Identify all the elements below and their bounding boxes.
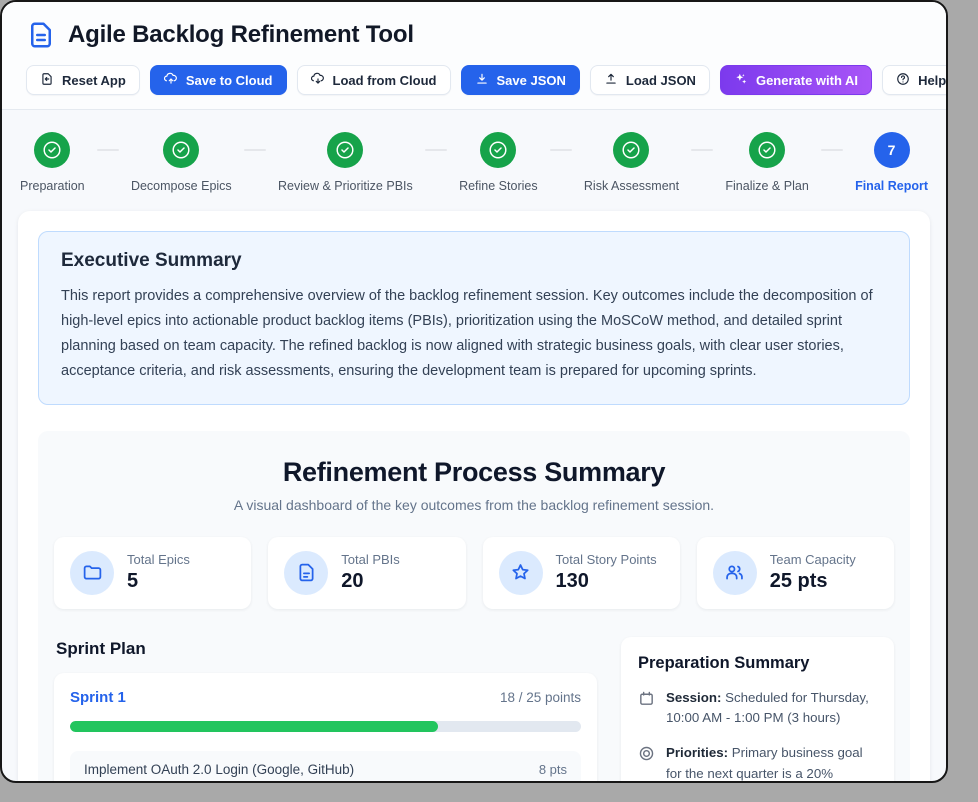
step-connector bbox=[97, 149, 119, 151]
check-circle-icon bbox=[163, 132, 199, 168]
sprint-plan-section: Sprint Plan Sprint 1 18 / 25 points Impl… bbox=[54, 637, 597, 783]
executive-summary-panel: Executive Summary This report provides a… bbox=[38, 231, 910, 405]
load-json-button[interactable]: Load JSON bbox=[590, 65, 710, 95]
cloud-download-icon bbox=[311, 72, 325, 89]
toolbar: Reset App Save to Cloud bbox=[26, 65, 922, 95]
step-connector bbox=[244, 149, 266, 151]
process-summary-subtitle: A visual dashboard of the key outcomes f… bbox=[54, 497, 894, 513]
main-content: Executive Summary This report provides a… bbox=[2, 209, 946, 783]
stat-card-total-pbis: Total PBIs 20 bbox=[268, 537, 465, 609]
executive-summary-title: Executive Summary bbox=[61, 250, 887, 272]
stat-value: 20 bbox=[341, 570, 400, 593]
check-circle-icon bbox=[327, 132, 363, 168]
target-icon bbox=[638, 745, 655, 762]
step-final-report[interactable]: 7 Final Report bbox=[855, 132, 928, 193]
load-from-cloud-button[interactable]: Load from Cloud bbox=[297, 65, 451, 95]
app-logo-document-icon bbox=[26, 20, 56, 50]
step-connector bbox=[821, 149, 843, 151]
step-number-badge: 7 bbox=[874, 132, 910, 168]
header: Agile Backlog Refinement Tool Reset App bbox=[2, 2, 946, 110]
upload-icon bbox=[604, 72, 618, 89]
team-icon bbox=[713, 551, 757, 595]
step-connector bbox=[425, 149, 447, 151]
sprint-card: Sprint 1 18 / 25 points Implement OAuth … bbox=[54, 673, 597, 783]
sparkles-icon bbox=[734, 72, 748, 89]
cloud-upload-icon bbox=[164, 72, 178, 89]
stat-value: 5 bbox=[127, 570, 190, 593]
process-summary-title: Refinement Process Summary bbox=[54, 457, 894, 488]
sprint-plan-title: Sprint Plan bbox=[56, 639, 597, 659]
sprint-progress-bar bbox=[70, 721, 581, 732]
stat-value: 25 pts bbox=[770, 570, 856, 593]
check-circle-icon bbox=[34, 132, 70, 168]
prep-item-session: Session: Scheduled for Thursday, 10:00 A… bbox=[638, 688, 877, 729]
final-report-card: Executive Summary This report provides a… bbox=[18, 211, 930, 783]
stat-card-total-story-points: Total Story Points 130 bbox=[483, 537, 680, 609]
stats-row: Total Epics 5 Total PBIs 20 bbox=[54, 537, 894, 609]
step-connector bbox=[691, 149, 713, 151]
sprint-points-label: 18 / 25 points bbox=[500, 690, 581, 705]
folder-icon bbox=[70, 551, 114, 595]
progress-stepper: Preparation Decompose Epics Review & Pri… bbox=[2, 110, 946, 209]
stat-card-team-capacity: Team Capacity 25 pts bbox=[697, 537, 894, 609]
step-refine-stories[interactable]: Refine Stories bbox=[459, 132, 538, 193]
check-circle-icon bbox=[749, 132, 785, 168]
sprint-item: Implement OAuth 2.0 Login (Google, GitHu… bbox=[70, 751, 581, 783]
preparation-summary-card: Preparation Summary Session: Scheduled f… bbox=[621, 637, 894, 783]
step-connector bbox=[550, 149, 572, 151]
calendar-icon bbox=[638, 690, 655, 707]
executive-summary-body: This report provides a comprehensive ove… bbox=[61, 284, 887, 384]
step-risk-assessment[interactable]: Risk Assessment bbox=[584, 132, 679, 193]
preparation-summary-title: Preparation Summary bbox=[638, 654, 877, 673]
generate-with-ai-button[interactable]: Generate with AI bbox=[720, 65, 872, 95]
sprint-progress-fill bbox=[70, 721, 438, 732]
prep-item-label: Session: bbox=[666, 690, 721, 705]
step-finalize-plan[interactable]: Finalize & Plan bbox=[725, 132, 808, 193]
check-circle-icon bbox=[613, 132, 649, 168]
reset-icon bbox=[40, 72, 54, 89]
reset-app-button[interactable]: Reset App bbox=[26, 65, 140, 95]
star-icon bbox=[499, 551, 543, 595]
help-icon bbox=[896, 72, 910, 89]
step-preparation[interactable]: Preparation bbox=[20, 132, 85, 193]
sprint-name: Sprint 1 bbox=[70, 689, 126, 706]
check-circle-icon bbox=[480, 132, 516, 168]
process-summary-section: Refinement Process Summary A visual dash… bbox=[38, 431, 910, 783]
save-json-button[interactable]: Save JSON bbox=[461, 65, 580, 95]
preparation-summary-section: Preparation Summary Session: Scheduled f… bbox=[621, 637, 894, 783]
prep-item-label: Priorities: bbox=[666, 745, 728, 760]
app-window: Agile Backlog Refinement Tool Reset App bbox=[0, 0, 948, 783]
stat-card-total-epics: Total Epics 5 bbox=[54, 537, 251, 609]
download-icon bbox=[475, 72, 489, 89]
file-icon bbox=[284, 551, 328, 595]
prep-item-priorities: Priorities: Primary business goal for th… bbox=[638, 743, 877, 783]
step-review-prioritize-pbis[interactable]: Review & Prioritize PBIs bbox=[278, 132, 413, 193]
stat-value: 130 bbox=[556, 570, 657, 593]
step-decompose-epics[interactable]: Decompose Epics bbox=[131, 132, 232, 193]
help-button[interactable]: Help bbox=[882, 65, 948, 95]
page-title: Agile Backlog Refinement Tool bbox=[68, 21, 414, 49]
save-to-cloud-button[interactable]: Save to Cloud bbox=[150, 65, 287, 95]
